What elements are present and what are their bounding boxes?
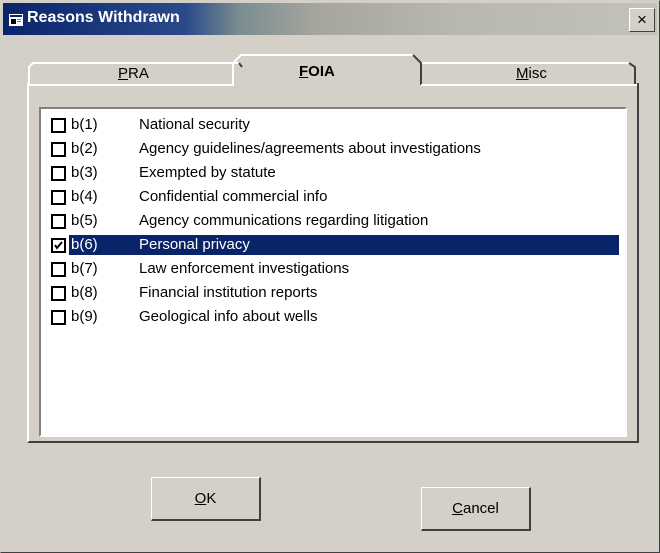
- item-code: b(9): [71, 308, 98, 325]
- item-code: b(7): [71, 260, 98, 277]
- checkbox[interactable]: [51, 310, 66, 325]
- item-code: b(5): [71, 212, 98, 229]
- checkbox[interactable]: [51, 166, 66, 181]
- item-description: Financial institution reports: [139, 284, 318, 301]
- item-code: b(8): [71, 284, 98, 301]
- list-item[interactable]: b(6) Personal privacy: [47, 235, 621, 255]
- cancel-button[interactable]: Cancel: [421, 487, 531, 531]
- item-description: Exempted by statute: [139, 164, 276, 181]
- tab-foia[interactable]: FOIA: [299, 63, 335, 80]
- checkbox[interactable]: [51, 190, 66, 205]
- ok-button[interactable]: OK: [151, 477, 261, 521]
- item-description: Confidential commercial info: [139, 188, 328, 205]
- checkbox[interactable]: [51, 142, 66, 157]
- list-item[interactable]: b(4) Confidential commercial info: [47, 187, 621, 207]
- item-code: b(6): [71, 236, 98, 253]
- checkbox[interactable]: [51, 238, 66, 253]
- checkbox[interactable]: [51, 262, 66, 277]
- dialog-window: Reasons Withdrawn × PRA FOIA Misc b(1) Na…: [0, 0, 660, 553]
- item-description: Agency communications regarding litigati…: [139, 212, 429, 229]
- item-description: Geological info about wells: [139, 308, 318, 325]
- item-code: b(2): [71, 140, 98, 157]
- list-item[interactable]: b(8) Financial institution reports: [47, 283, 621, 303]
- tab-pra[interactable]: PRA: [118, 65, 149, 82]
- checkbox[interactable]: [51, 118, 66, 133]
- checkbox[interactable]: [51, 214, 66, 229]
- list-item[interactable]: b(1) National security: [47, 115, 621, 135]
- item-description: Personal privacy: [139, 236, 250, 253]
- list-item[interactable]: b(3) Exempted by statute: [47, 163, 621, 183]
- item-code: b(4): [71, 188, 98, 205]
- check-icon: [54, 241, 63, 250]
- list-item[interactable]: b(5) Agency communications regarding liti…: [47, 211, 621, 231]
- item-description: Agency guidelines/agreements about inves…: [139, 140, 481, 157]
- item-code: b(1): [71, 116, 98, 133]
- tab-misc[interactable]: Misc: [516, 65, 547, 82]
- list-item[interactable]: b(7) Law enforcement investigations: [47, 259, 621, 279]
- checkbox[interactable]: [51, 286, 66, 301]
- list-item[interactable]: b(2) Agency guidelines/agreements about i…: [47, 139, 621, 159]
- reasons-list[interactable]: b(1) National security b(2) Agency guidelin…: [39, 107, 627, 437]
- item-description: National security: [139, 116, 250, 133]
- item-description: Law enforcement investigations: [139, 260, 350, 277]
- list-item[interactable]: b(9) Geological info about wells: [47, 307, 621, 327]
- item-code: b(3): [71, 164, 98, 181]
